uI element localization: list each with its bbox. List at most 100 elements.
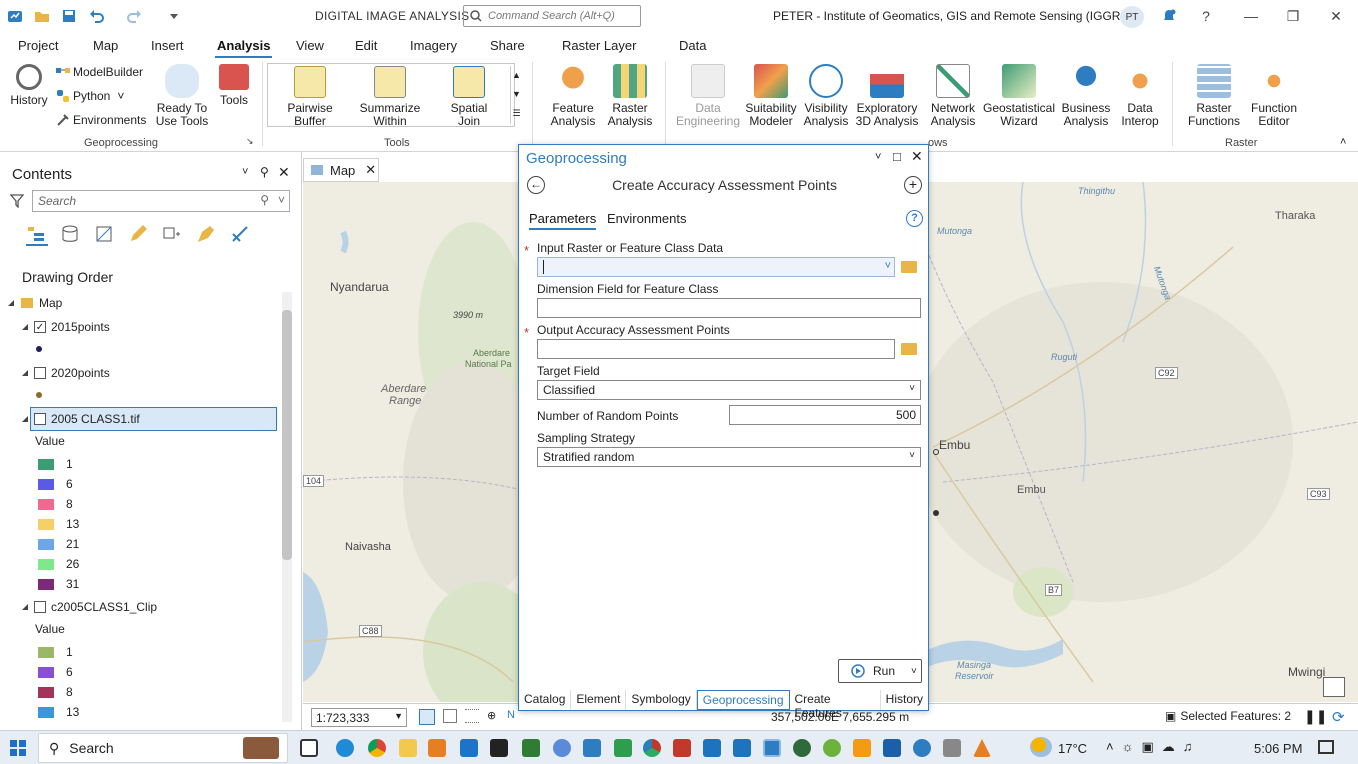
notification-icon[interactable] [1158, 6, 1180, 26]
tab-geoprocessing[interactable]: Geoprocessing [696, 690, 790, 710]
raster-functions-button[interactable]: Raster Functions [1182, 64, 1246, 128]
qgis-icon[interactable] [823, 739, 841, 757]
arcgis-pro-icon[interactable] [763, 739, 781, 757]
chevron-down-icon[interactable]: ˅ [911, 666, 917, 677]
input-raster-field[interactable]: ˅ [537, 257, 895, 277]
system-tray-icons[interactable]: ˄☼▣☁♫ [1106, 739, 1201, 755]
layer-2015points[interactable]: ✓ 2015points [22, 320, 110, 334]
data-engineering-button[interactable]: Data Engineering [674, 64, 742, 128]
summarize-within-button[interactable]: Summarize Within [356, 66, 424, 128]
legend-item[interactable]: 13 [38, 517, 79, 531]
ready-to-use-tools-button[interactable]: Ready To Use Tools [152, 64, 212, 128]
tab-view[interactable]: View [296, 38, 324, 53]
legend-item[interactable]: 8 [38, 685, 73, 699]
legend-item[interactable]: 31 [38, 577, 79, 591]
tab-share[interactable]: Share [490, 38, 525, 53]
app-icon[interactable] [643, 739, 661, 757]
contents-search-input[interactable]: Search ⚲ ˅ [32, 190, 290, 212]
browse-folder-icon[interactable] [901, 343, 917, 355]
collapse-icon[interactable] [22, 370, 28, 376]
add-icon[interactable]: + [904, 176, 922, 194]
tab-create-features[interactable]: Create Features [790, 690, 881, 720]
file-explorer-icon[interactable] [399, 739, 417, 757]
pycharm-icon[interactable] [490, 739, 508, 757]
sampling-strategy-select[interactable]: Stratified random ˅ [537, 447, 921, 467]
geoprocessing-launcher-icon[interactable]: ↘ [246, 136, 254, 147]
business-analysis-button[interactable]: Business Analysis [1058, 64, 1114, 128]
tab-parameters[interactable]: Parameters [529, 211, 597, 230]
app-icon[interactable] [614, 739, 632, 757]
pause-drawing-icon[interactable]: ❚❚ [1304, 708, 1327, 725]
app-icon[interactable] [703, 739, 721, 757]
notification-center-icon[interactable] [1318, 740, 1334, 754]
refresh-icon[interactable]: ⟳ [1332, 708, 1345, 726]
layer-visibility-checkbox[interactable] [34, 413, 46, 425]
tab-raster-layer[interactable]: Raster Layer [562, 38, 636, 53]
chrome-icon[interactable] [368, 739, 386, 757]
tab-catalog[interactable]: Catalog [519, 690, 572, 710]
collapse-icon[interactable] [22, 416, 28, 422]
grid-icon[interactable] [443, 709, 457, 723]
maximize-icon[interactable]: □ [893, 149, 901, 164]
layer-visibility-checkbox[interactable] [34, 601, 46, 613]
list-by-perspective-icon[interactable] [230, 224, 252, 246]
raster-analysis-button[interactable]: Raster Analysis [603, 64, 657, 128]
save-icon[interactable] [60, 7, 78, 25]
tab-history[interactable]: History [881, 690, 928, 710]
collapse-icon[interactable] [22, 324, 28, 330]
help-icon[interactable]: ? [906, 210, 923, 227]
vscode-icon[interactable] [460, 739, 478, 757]
filter-icon[interactable] [10, 194, 24, 208]
data-interop-button[interactable]: Data Interop [1114, 64, 1166, 128]
undo-icon[interactable] [88, 7, 106, 25]
pane-options-icon[interactable]: ˅ [242, 166, 248, 178]
suitability-modeler-button[interactable]: Suitability Modeler [742, 64, 800, 128]
feature-analysis-button[interactable]: Feature Analysis [545, 64, 601, 128]
legend-item[interactable]: 21 [38, 537, 79, 551]
legend-item[interactable]: 6 [38, 665, 73, 679]
app-icon[interactable] [943, 739, 961, 757]
correction-icon[interactable]: ⊕ [487, 709, 496, 722]
tab-element[interactable]: Element [571, 690, 627, 710]
python-button[interactable]: Python ˅ [56, 89, 124, 103]
app-icon[interactable] [883, 739, 901, 757]
list-by-editing-icon[interactable] [128, 224, 150, 246]
list-by-drawing-order-icon[interactable] [26, 224, 48, 246]
tab-data[interactable]: Data [679, 38, 706, 53]
customize-quick-access-icon[interactable] [165, 7, 183, 25]
restore-button[interactable]: ❐ [1282, 6, 1304, 26]
minimize-button[interactable]: — [1240, 6, 1262, 26]
avatar[interactable]: PT [1120, 6, 1144, 28]
layer-2020points[interactable]: 2020points [22, 366, 110, 380]
taskbar-search[interactable]: ⚲ Search [38, 733, 288, 763]
function-editor-button[interactable]: Function Editor [1246, 64, 1302, 128]
run-button[interactable]: Run ˅ [838, 659, 922, 683]
map-node[interactable]: Map [8, 296, 62, 310]
list-by-snapping-icon[interactable] [162, 224, 184, 246]
tab-imagery[interactable]: Imagery [410, 38, 457, 53]
legend-item[interactable]: 13 [38, 705, 79, 719]
legend-item[interactable]: 1 [38, 645, 73, 659]
r-icon[interactable] [553, 739, 571, 757]
snapping-icon[interactable] [419, 709, 435, 725]
collapse-ribbon-icon[interactable]: ˄ [1340, 136, 1346, 148]
modelbuilder-button[interactable]: ModelBuilder [56, 65, 143, 79]
tab-project[interactable]: Project [18, 38, 58, 53]
random-points-input[interactable]: 500 [729, 405, 921, 425]
chevron-down-icon[interactable]: ˅ [885, 260, 891, 272]
layer-visibility-checkbox[interactable]: ✓ [34, 321, 46, 333]
history-button[interactable]: History [8, 64, 50, 107]
layer-2005-class1[interactable]: 2005 CLASS1.tif [22, 412, 140, 426]
dimension-field[interactable] [537, 298, 921, 318]
table-icon[interactable] [1323, 677, 1345, 697]
collapse-icon[interactable] [8, 300, 14, 306]
close-button[interactable]: ✕ [1325, 6, 1347, 26]
task-view-icon[interactable] [300, 739, 318, 757]
app-icon[interactable] [583, 739, 601, 757]
help-icon[interactable]: ? [1195, 6, 1217, 26]
gallery-scroll[interactable]: ▲ ▼ ☰ [510, 66, 522, 124]
app-icon[interactable] [853, 739, 871, 757]
tab-environments[interactable]: Environments [607, 211, 686, 226]
layer-visibility-checkbox[interactable] [34, 367, 46, 379]
geostatistical-wizard-button[interactable]: Geostatistical Wizard [982, 64, 1056, 128]
